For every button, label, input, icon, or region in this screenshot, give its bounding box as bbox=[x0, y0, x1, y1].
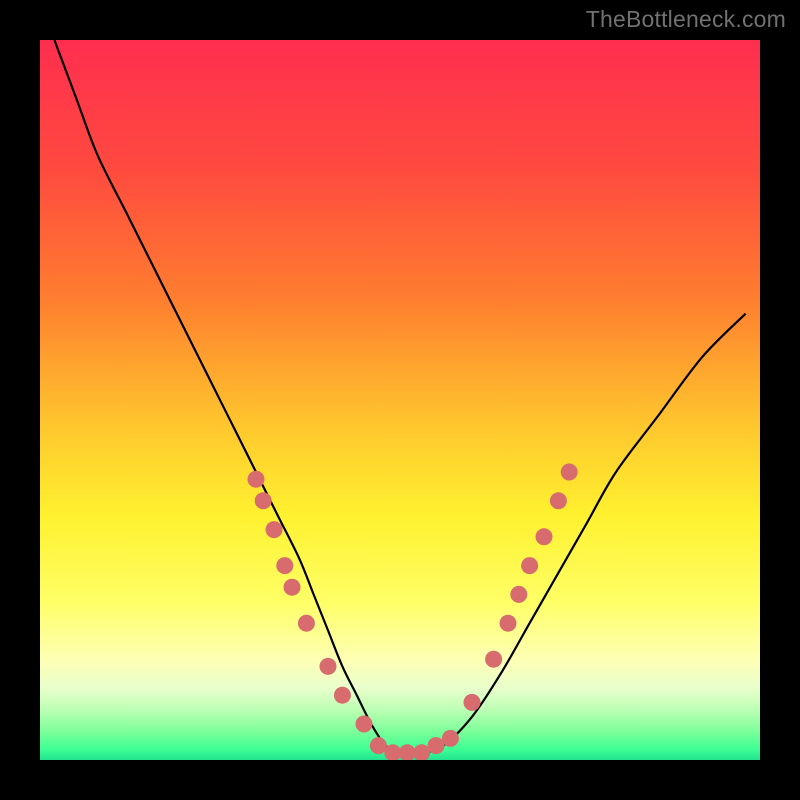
data-point bbox=[550, 492, 567, 509]
data-point bbox=[510, 586, 527, 603]
data-point bbox=[485, 651, 502, 668]
data-point bbox=[284, 579, 301, 596]
data-point bbox=[464, 694, 481, 711]
data-point bbox=[320, 658, 337, 675]
data-point bbox=[266, 521, 283, 538]
data-point bbox=[356, 716, 373, 733]
data-point bbox=[370, 737, 387, 754]
data-point bbox=[561, 464, 578, 481]
data-point bbox=[536, 528, 553, 545]
curve-layer bbox=[40, 40, 760, 760]
data-point bbox=[298, 615, 315, 632]
data-point bbox=[521, 557, 538, 574]
data-point bbox=[500, 615, 517, 632]
data-point bbox=[428, 737, 445, 754]
data-point bbox=[413, 744, 430, 760]
data-point bbox=[255, 492, 272, 509]
data-point bbox=[276, 557, 293, 574]
bottleneck-curve bbox=[54, 40, 745, 754]
attribution-label: TheBottleneck.com bbox=[586, 6, 786, 33]
data-point bbox=[442, 730, 459, 747]
dots-group bbox=[248, 464, 578, 761]
data-point bbox=[248, 471, 265, 488]
chart-container: TheBottleneck.com bbox=[0, 0, 800, 800]
data-point bbox=[334, 687, 351, 704]
plot-area bbox=[40, 40, 760, 760]
